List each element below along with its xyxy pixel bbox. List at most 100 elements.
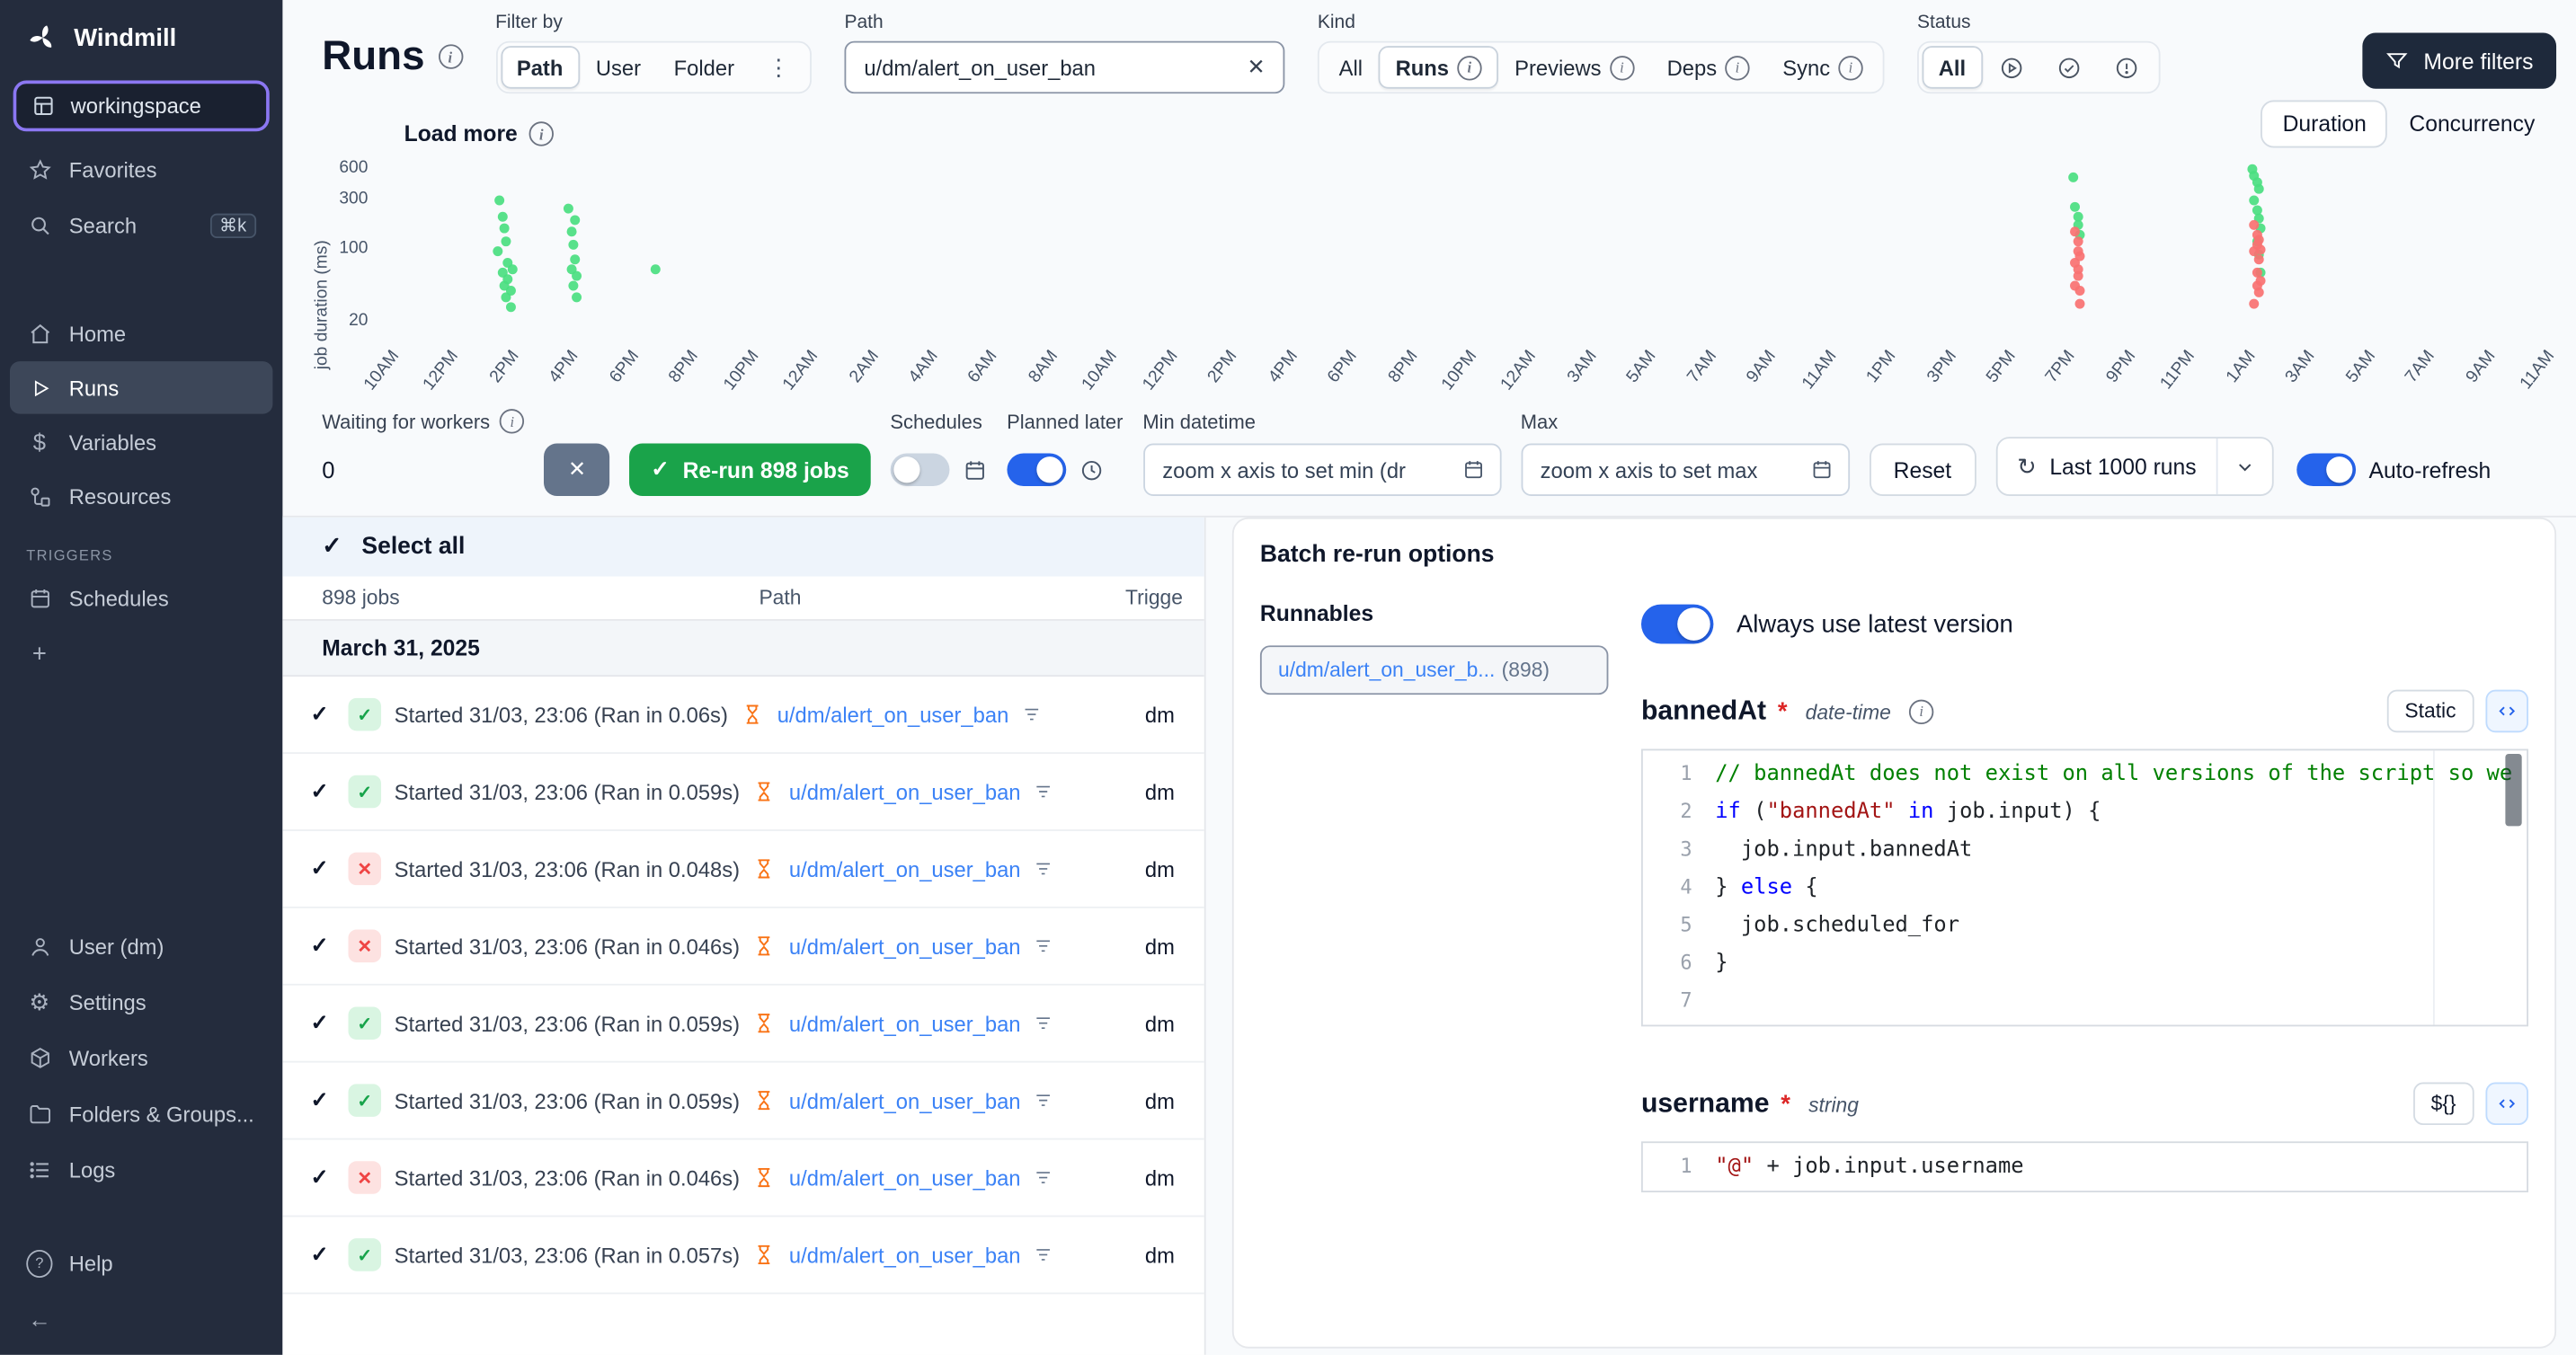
status-success-button[interactable]	[2039, 46, 2097, 89]
app-logo[interactable]: Windmill	[0, 0, 282, 71]
table-row[interactable]: ✓ ✓ Started 31/03, 23:06 (Ran in 0.059s)…	[282, 986, 1204, 1063]
filter-icon[interactable]	[1034, 1014, 1053, 1033]
info-icon[interactable]: i	[1909, 699, 1933, 723]
row-checkbox[interactable]: ✓	[310, 778, 334, 804]
sidebar-item-resources[interactable]: Resources	[10, 470, 272, 522]
sidebar-item-help[interactable]: ? Help	[10, 1236, 272, 1289]
sidebar-item-folders-groups[interactable]: Folders & Groups...	[10, 1087, 272, 1139]
calendar-icon[interactable]	[1809, 458, 1833, 482]
select-all-row[interactable]: ✓ Select all	[282, 518, 1204, 577]
kind-all-button[interactable]: All	[1322, 46, 1379, 89]
run-path-link[interactable]: u/dm/alert_on_user_ban	[789, 856, 1021, 881]
status-running-button[interactable]	[1982, 46, 2039, 89]
run-path-link[interactable]: u/dm/alert_on_user_ban	[789, 934, 1021, 958]
table-row[interactable]: ✓ ✓ Started 31/03, 23:06 (Ran in 0.06s) …	[282, 677, 1204, 754]
auto-refresh-toggle[interactable]	[2296, 453, 2356, 486]
kind-sync-button[interactable]: Synci	[1766, 46, 1879, 89]
table-row[interactable]: ✓ ✕ Started 31/03, 23:06 (Ran in 0.048s)…	[282, 831, 1204, 908]
code-line[interactable]: 6}	[1643, 944, 2527, 982]
kind-deps-button[interactable]: Depsi	[1650, 46, 1766, 89]
windmill-logo-icon	[26, 22, 59, 55]
filter-user-button[interactable]: User	[580, 46, 658, 89]
x-tick-label: 11PM	[2157, 347, 2199, 394]
table-row[interactable]: ✓ ✕ Started 31/03, 23:06 (Ran in 0.046s)…	[282, 1139, 1204, 1217]
code-line[interactable]: 7	[1643, 982, 2527, 1020]
row-checkbox[interactable]: ✓	[310, 701, 334, 727]
code-editor-toggle-button[interactable]	[2485, 1083, 2528, 1126]
filter-icon[interactable]	[1034, 1244, 1053, 1264]
table-row[interactable]: ✓ ✕ Started 31/03, 23:06 (Ran in 0.046s)…	[282, 908, 1204, 986]
filter-icon[interactable]	[1034, 859, 1053, 879]
filter-more-menu-button[interactable]: ⋮	[751, 46, 806, 89]
sidebar-item-schedules[interactable]: Schedules	[10, 571, 272, 624]
username-code-editor[interactable]: 1"@" + job.input.username	[1641, 1141, 2528, 1192]
kind-previews-button[interactable]: Previewsi	[1498, 46, 1651, 89]
editor-scrollbar-thumb[interactable]	[2505, 754, 2521, 826]
row-checkbox[interactable]: ✓	[310, 1087, 334, 1113]
filter-icon[interactable]	[1034, 1168, 1053, 1188]
path-filter-input[interactable]	[861, 53, 1234, 81]
run-path-link[interactable]: u/dm/alert_on_user_ban	[789, 1088, 1021, 1112]
max-datetime-input[interactable]	[1537, 456, 1799, 483]
status-all-button[interactable]: All	[1922, 46, 1982, 89]
status-failure-button[interactable]	[2097, 46, 2154, 89]
sidebar-item-logs[interactable]: Logs	[10, 1143, 272, 1195]
run-path-link[interactable]: u/dm/alert_on_user_ban	[789, 1165, 1021, 1190]
workspace-selector[interactable]: workingspace	[13, 81, 270, 132]
sidebar-item-variables[interactable]: $ Variables	[10, 415, 272, 467]
code-line[interactable]: 3 job.input.bannedAt	[1643, 831, 2527, 869]
code-line[interactable]: 2if ("bannedAt" in job.input) {	[1643, 793, 2527, 831]
template-mode-button[interactable]: ${}	[2412, 1083, 2474, 1126]
bannedat-code-editor[interactable]: 1// bannedAt does not exist on all versi…	[1641, 748, 2528, 1026]
filter-folder-button[interactable]: Folder	[657, 46, 751, 89]
sidebar-item-search[interactable]: Search ⌘k	[10, 199, 272, 251]
filter-icon[interactable]	[1022, 704, 1042, 724]
more-filters-button[interactable]: More filters	[2363, 33, 2556, 89]
kind-runs-button[interactable]: Runsi	[1379, 46, 1498, 89]
filter-icon[interactable]	[1034, 936, 1053, 956]
sidebar-collapse-button[interactable]: ←	[10, 1292, 272, 1344]
planned-later-toggle[interactable]	[1007, 453, 1066, 486]
sidebar-item-user[interactable]: User (dm)	[10, 920, 272, 972]
info-icon[interactable]: i	[438, 44, 462, 68]
last-runs-dropdown-button[interactable]	[2216, 438, 2272, 494]
row-checkbox[interactable]: ✓	[310, 1165, 334, 1191]
row-checkbox[interactable]: ✓	[310, 933, 334, 959]
code-line[interactable]: 1// bannedAt does not exist on all versi…	[1643, 756, 2527, 793]
last-runs-button[interactable]: ↻ Last 1000 runs	[1997, 438, 2216, 494]
sidebar-add-button[interactable]: +	[10, 627, 272, 679]
code-line[interactable]: 5 job.scheduled_for	[1643, 907, 2527, 944]
schedules-toggle[interactable]	[890, 453, 949, 486]
reset-button[interactable]: Reset	[1869, 444, 1976, 496]
runnable-list-item[interactable]: u/dm/alert_on_user_b... (898)	[1260, 645, 1608, 695]
code-editor-toggle-button[interactable]	[2485, 690, 2528, 733]
static-mode-button[interactable]: Static	[2386, 690, 2474, 733]
cancel-selection-button[interactable]: ✕	[544, 444, 609, 496]
chart-plot[interactable]	[387, 139, 2543, 333]
latest-version-toggle[interactable]	[1641, 605, 1713, 644]
table-row[interactable]: ✓ ✓ Started 31/03, 23:06 (Ran in 0.057s)…	[282, 1217, 1204, 1294]
row-checkbox[interactable]: ✓	[310, 1242, 334, 1268]
clear-path-filter-button[interactable]: ✕	[1244, 54, 1268, 80]
run-path-link[interactable]: u/dm/alert_on_user_ban	[789, 1011, 1021, 1035]
filter-path-button[interactable]: Path	[501, 46, 580, 89]
sidebar-item-runs[interactable]: Runs	[10, 361, 272, 413]
sidebar-item-favorites[interactable]: Favorites	[10, 143, 272, 195]
filter-icon[interactable]	[1034, 1091, 1053, 1111]
filter-icon[interactable]	[1034, 782, 1053, 801]
table-row[interactable]: ✓ ✓ Started 31/03, 23:06 (Ran in 0.059s)…	[282, 754, 1204, 831]
run-path-link[interactable]: u/dm/alert_on_user_ban	[789, 1243, 1021, 1267]
sidebar-item-home[interactable]: Home	[10, 307, 272, 359]
run-path-link[interactable]: u/dm/alert_on_user_ban	[789, 779, 1021, 803]
rerun-jobs-button[interactable]: ✓ Re-run 898 jobs	[630, 444, 871, 496]
code-line[interactable]: 1"@" + job.input.username	[1643, 1148, 2527, 1186]
calendar-icon[interactable]	[1461, 458, 1485, 482]
sidebar-item-settings[interactable]: ⚙ Settings	[10, 976, 272, 1028]
row-checkbox[interactable]: ✓	[310, 1010, 334, 1036]
run-path-link[interactable]: u/dm/alert_on_user_ban	[777, 702, 1009, 726]
code-line[interactable]: 4} else {	[1643, 869, 2527, 907]
table-row[interactable]: ✓ ✓ Started 31/03, 23:06 (Ran in 0.059s)…	[282, 1063, 1204, 1140]
row-checkbox[interactable]: ✓	[310, 855, 334, 881]
min-datetime-input[interactable]	[1159, 456, 1452, 483]
sidebar-item-workers[interactable]: Workers	[10, 1032, 272, 1084]
